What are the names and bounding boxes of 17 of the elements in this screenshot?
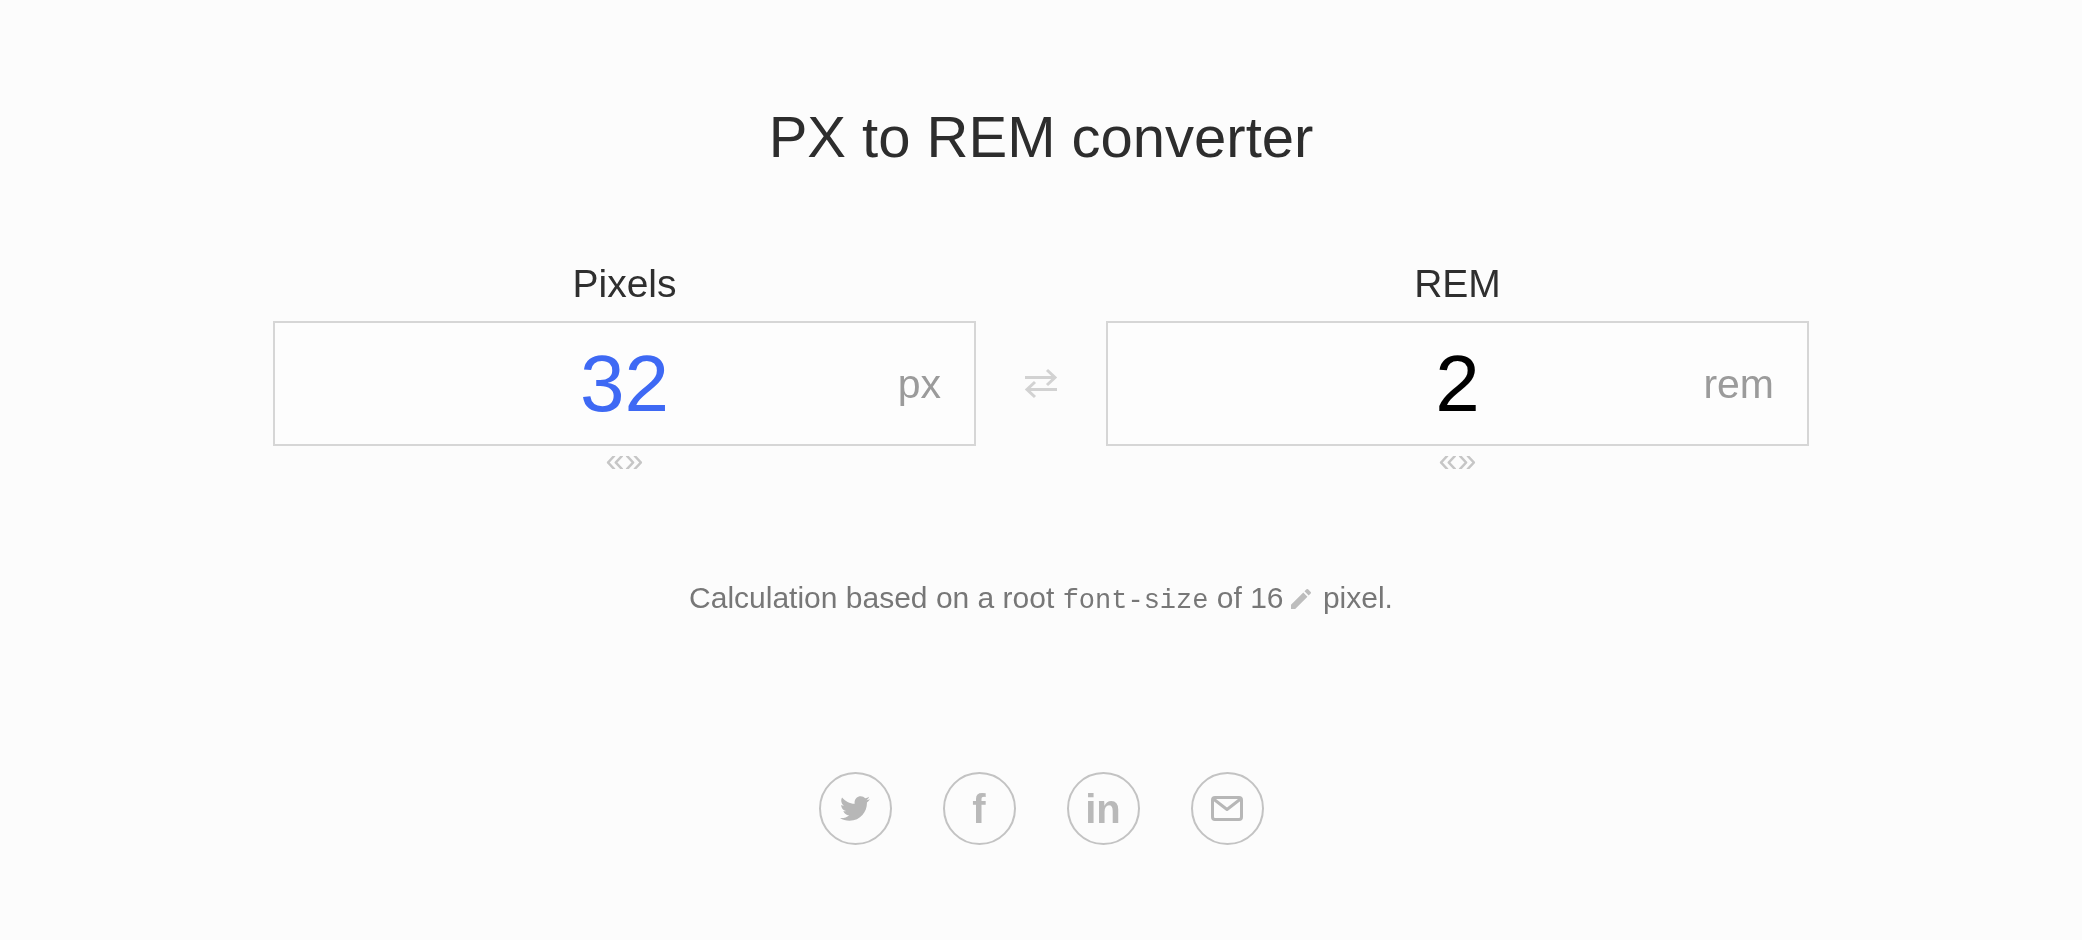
note-text: Calculation based on a root font-size of 16 pixel.: [689, 580, 1393, 616]
share-button[interactable]: [1190, 772, 1264, 845]
share-button[interactable]: f: [942, 772, 1016, 845]
drag-handle[interactable]: «»: [605, 446, 644, 472]
page-title: PX to REM converter: [768, 103, 1314, 171]
share-button[interactable]: [818, 772, 892, 845]
root-size-value[interactable]: 16: [1250, 581, 1284, 614]
unit-label: rem: [1703, 359, 1774, 408]
field-label: REM: [1414, 261, 1501, 307]
envelope-icon: [1211, 796, 1243, 821]
drag-handle[interactable]: «»: [1438, 446, 1477, 472]
pencil-icon[interactable]: [1290, 589, 1311, 609]
bird-icon: [840, 796, 870, 821]
unit-label: px: [897, 359, 941, 408]
swap-icon[interactable]: [1024, 368, 1058, 399]
field-label: Pixels: [572, 261, 677, 307]
share-button[interactable]: in: [1066, 772, 1140, 845]
